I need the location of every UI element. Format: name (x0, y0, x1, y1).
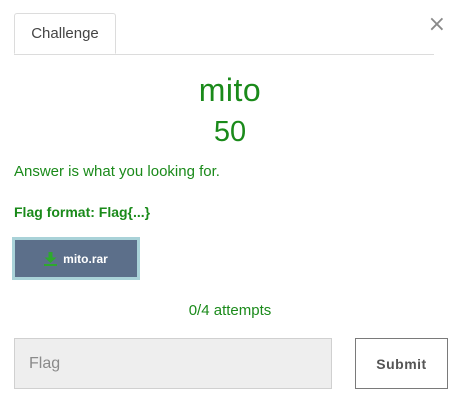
download-icon (44, 251, 58, 266)
tab-challenge[interactable]: Challenge (14, 13, 116, 54)
download-file-button[interactable]: mito.rar (12, 237, 140, 280)
challenge-description: Answer is what you looking for. (14, 163, 220, 180)
attempts-counter: 0/4 attempts (188, 302, 272, 319)
submit-button[interactable]: Submit (355, 338, 448, 389)
challenge-name: mito (198, 72, 262, 108)
file-name: mito.rar (63, 251, 108, 266)
flag-input[interactable] (14, 338, 332, 389)
flag-format: Flag format: Flag{...} (14, 204, 151, 220)
challenge-value: 50 (213, 116, 247, 148)
tab-bar: Challenge (14, 12, 434, 55)
